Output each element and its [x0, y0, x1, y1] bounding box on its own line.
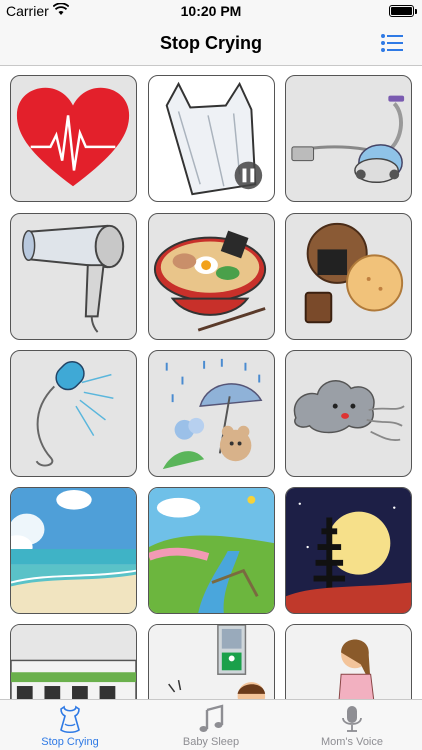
tile-ramen[interactable]: [148, 213, 275, 340]
tab-bar: Stop Crying Baby Sleep Mom's Voice: [0, 699, 422, 750]
wind-cloud-icon: [293, 380, 405, 441]
tile-ticket-gate[interactable]: [285, 624, 412, 699]
page-title: Stop Crying: [160, 33, 262, 53]
heart-icon: [16, 87, 130, 187]
music-note-icon: [196, 704, 226, 734]
pause-icon: [234, 161, 263, 190]
list-menu-icon[interactable]: [380, 32, 404, 54]
tile-heartbeat[interactable]: [10, 75, 137, 202]
vacuum-cleaner-icon: [291, 95, 405, 184]
pagoda-moon-icon: [286, 488, 411, 613]
tile-hair-dryer[interactable]: [10, 213, 137, 340]
tile-river[interactable]: [148, 487, 275, 614]
tile-plastic-bag[interactable]: [148, 75, 275, 202]
shower-icon: [35, 360, 114, 467]
sound-grid: [0, 66, 422, 699]
tile-train[interactable]: [10, 624, 137, 699]
navigation-bar: Stop Crying: [0, 22, 422, 66]
pedestrian-signal-icon: [149, 625, 274, 699]
status-bar: Carrier 10:20 PM: [0, 0, 422, 22]
beach-icon: [11, 488, 136, 613]
microphone-icon: [337, 704, 367, 734]
ramen-bowl-icon: [153, 230, 267, 332]
battery-icon: [389, 5, 417, 17]
tab-baby-sleep[interactable]: Baby Sleep: [141, 700, 281, 750]
train-icon: [11, 625, 136, 699]
tile-beach[interactable]: [10, 487, 137, 614]
tab-label: Mom's Voice: [320, 736, 383, 748]
tab-moms-voice[interactable]: Mom's Voice: [282, 700, 422, 750]
tile-wind[interactable]: [285, 350, 412, 477]
rain-umbrella-icon: [162, 358, 263, 470]
river-icon: [149, 488, 274, 613]
tile-vacuum-cleaner[interactable]: [285, 75, 412, 202]
ticket-gate-icon: [286, 625, 411, 699]
tile-crossing-signal[interactable]: [148, 624, 275, 699]
hair-dryer-icon: [22, 224, 125, 333]
tile-rice-crackers[interactable]: [285, 213, 412, 340]
clock: 10:20 PM: [180, 3, 242, 19]
rice-cracker-icon: [304, 222, 404, 324]
plastic-bag-icon: [165, 81, 263, 196]
tab-stop-crying[interactable]: Stop Crying: [0, 700, 140, 750]
tab-label: Stop Crying: [41, 736, 99, 748]
tile-rain[interactable]: [148, 350, 275, 477]
tab-label: Baby Sleep: [182, 736, 240, 748]
bib-icon: [55, 704, 85, 734]
tile-night-pagoda[interactable]: [285, 487, 412, 614]
tile-shower[interactable]: [10, 350, 137, 477]
